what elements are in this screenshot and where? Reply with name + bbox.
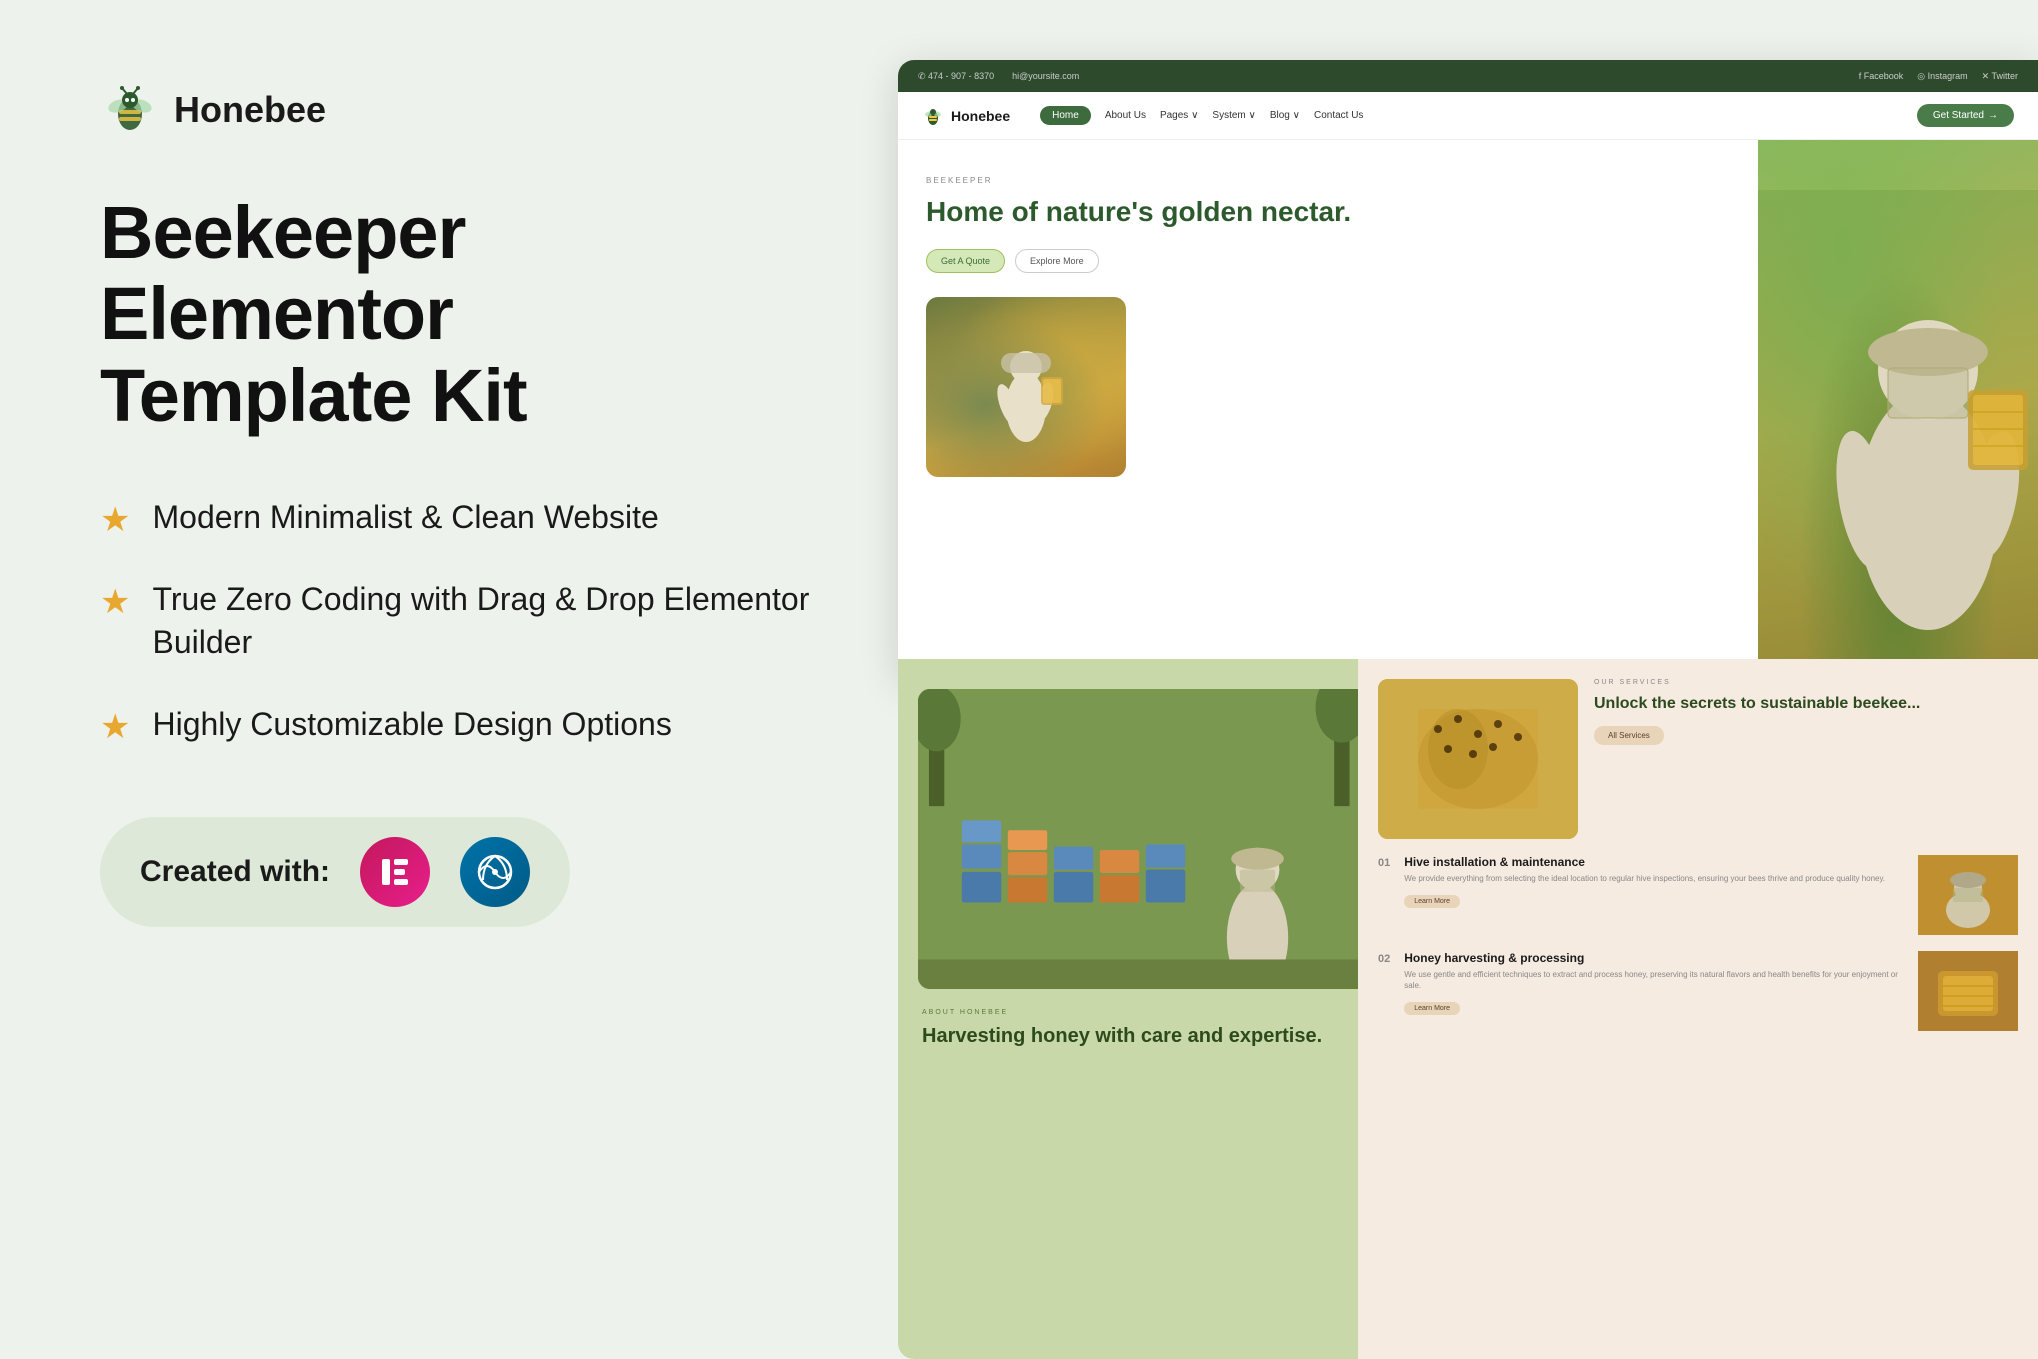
nav-logo: Honebee xyxy=(922,105,1010,127)
service-item-2: 02 Honey harvesting & processing We use … xyxy=(1378,951,2018,1031)
service-desc-1: We provide everything from selecting the… xyxy=(1404,873,1904,884)
hero-buttons: Get A Quote Explore More xyxy=(926,249,1730,273)
hero-large-figure xyxy=(1758,190,2038,680)
website-preview-bottom: ABOUT HONEBEE Harvesting honey with care… xyxy=(898,659,2038,1359)
service-items-list: 01 Hive installation & maintenance We pr… xyxy=(1358,839,2038,1047)
about-text: ABOUT HONEBEE Harvesting honey with care… xyxy=(898,989,1358,1068)
about-image xyxy=(918,689,1358,989)
twitter-link: ✕ Twitter xyxy=(1982,71,2018,82)
service-title-1: Hive installation & maintenance xyxy=(1404,855,1904,869)
get-quote-button[interactable]: Get A Quote xyxy=(926,249,1005,273)
right-panel: ✆ 474 - 907 - 8370 hi@yoursite.com f Fac… xyxy=(858,0,2038,1359)
created-with-label: Created with: xyxy=(140,855,330,889)
nav-system[interactable]: System ∨ xyxy=(1212,110,1255,121)
beekeeper-small-figure xyxy=(986,317,1066,457)
service-num-1: 01 xyxy=(1378,855,1390,869)
star-icon-3: ★ xyxy=(100,707,130,747)
features-list: ★ Modern Minimalist & Clean Website ★ Tr… xyxy=(100,496,820,746)
left-panel: Honebee Beekeeper Elementor Template Kit… xyxy=(0,0,900,1359)
nav-links: Home About Us Pages ∨ System ∨ Blog ∨ Co… xyxy=(1040,106,1897,125)
explore-more-button[interactable]: Explore More xyxy=(1015,249,1099,273)
website-preview-top: ✆ 474 - 907 - 8370 hi@yoursite.com f Fac… xyxy=(898,60,2038,680)
preview-services: OUR SERVICES Unlock the secrets to susta… xyxy=(1358,659,2038,1359)
feature-text-1: Modern Minimalist & Clean Website xyxy=(152,496,658,539)
nav-cta-button[interactable]: Get Started → xyxy=(1917,104,2014,127)
topbar-left: ✆ 474 - 907 - 8370 hi@yoursite.com xyxy=(918,71,1079,82)
about-title: Harvesting honey with care and expertise… xyxy=(922,1024,1334,1048)
feature-item-2: ★ True Zero Coding with Drag & Drop Elem… xyxy=(100,578,820,664)
services-tag: OUR SERVICES xyxy=(1594,679,2018,686)
created-with-row: Created with: xyxy=(100,817,570,927)
nav-about[interactable]: About Us xyxy=(1105,110,1146,121)
logo-row: Honebee xyxy=(100,80,820,140)
wordpress-icon xyxy=(475,852,515,892)
nav-logo-text: Honebee xyxy=(951,108,1010,124)
service-image-2 xyxy=(1918,951,2018,1031)
feature-item-1: ★ Modern Minimalist & Clean Website xyxy=(100,496,820,540)
email-text: hi@yoursite.com xyxy=(1012,71,1079,82)
learn-more-1[interactable]: Learn More xyxy=(1404,895,1460,908)
service-num-2: 02 xyxy=(1378,951,1390,965)
topbar-social: f Facebook ◎ Instagram ✕ Twitter xyxy=(1859,71,2018,82)
facebook-link: f Facebook xyxy=(1859,71,1904,82)
bee-logo-icon xyxy=(100,80,160,140)
preview-bottom-left: ABOUT HONEBEE Harvesting honey with care… xyxy=(898,659,1358,1359)
hive-farm-image xyxy=(918,689,1358,989)
star-icon-1: ★ xyxy=(100,500,130,540)
feature-text-3: Highly Customizable Design Options xyxy=(152,703,671,746)
feature-text-2: True Zero Coding with Drag & Drop Elemen… xyxy=(152,578,820,664)
instagram-link: ◎ Instagram xyxy=(1917,71,1967,82)
service-info-2: Honey harvesting & processing We use gen… xyxy=(1404,951,1904,1015)
elementor-icon xyxy=(376,853,414,891)
service-item-1: 01 Hive installation & maintenance We pr… xyxy=(1378,855,2018,935)
main-title: Beekeeper Elementor Template Kit xyxy=(100,192,820,436)
site-nav: Honebee Home About Us Pages ∨ System ∨ B… xyxy=(898,92,2038,140)
hero-title: Home of nature's golden nectar. xyxy=(926,195,1730,229)
service-desc-2: We use gentle and efficient techniques t… xyxy=(1404,969,1904,991)
nav-contact[interactable]: Contact Us xyxy=(1314,110,1363,121)
nav-pages[interactable]: Pages ∨ xyxy=(1160,110,1198,121)
logo-text: Honebee xyxy=(174,89,326,131)
feature-item-3: ★ Highly Customizable Design Options xyxy=(100,703,820,747)
elementor-badge xyxy=(360,837,430,907)
hero-right-image xyxy=(1758,140,2038,680)
site-topbar: ✆ 474 - 907 - 8370 hi@yoursite.com f Fac… xyxy=(898,60,2038,92)
phone-text: ✆ 474 - 907 - 8370 xyxy=(918,71,994,82)
services-top: OUR SERVICES Unlock the secrets to susta… xyxy=(1358,659,2038,839)
services-header-text: OUR SERVICES Unlock the secrets to susta… xyxy=(1594,679,2018,745)
about-tag: ABOUT HONEBEE xyxy=(922,1009,1334,1016)
nav-bee-icon xyxy=(922,105,944,127)
nav-home[interactable]: Home xyxy=(1040,106,1091,125)
service-top-image xyxy=(1378,679,1578,839)
hero-small-image xyxy=(926,297,1126,477)
site-hero: BEEKEEPER Home of nature's golden nectar… xyxy=(898,140,2038,680)
learn-more-2[interactable]: Learn More xyxy=(1404,1002,1460,1015)
services-main-title: Unlock the secrets to sustainable beekee… xyxy=(1594,694,2018,713)
service-info-1: Hive installation & maintenance We provi… xyxy=(1404,855,1904,908)
service-title-2: Honey harvesting & processing xyxy=(1404,951,1904,965)
hero-tag: BEEKEEPER xyxy=(926,176,1730,185)
hero-left: BEEKEEPER Home of nature's golden nectar… xyxy=(898,140,1758,680)
nav-blog[interactable]: Blog ∨ xyxy=(1270,110,1300,121)
wordpress-badge xyxy=(460,837,530,907)
star-icon-2: ★ xyxy=(100,582,130,622)
all-services-button[interactable]: All Services xyxy=(1594,726,1664,745)
service-image-1 xyxy=(1918,855,2018,935)
bees-swarm-image xyxy=(1378,679,1578,839)
